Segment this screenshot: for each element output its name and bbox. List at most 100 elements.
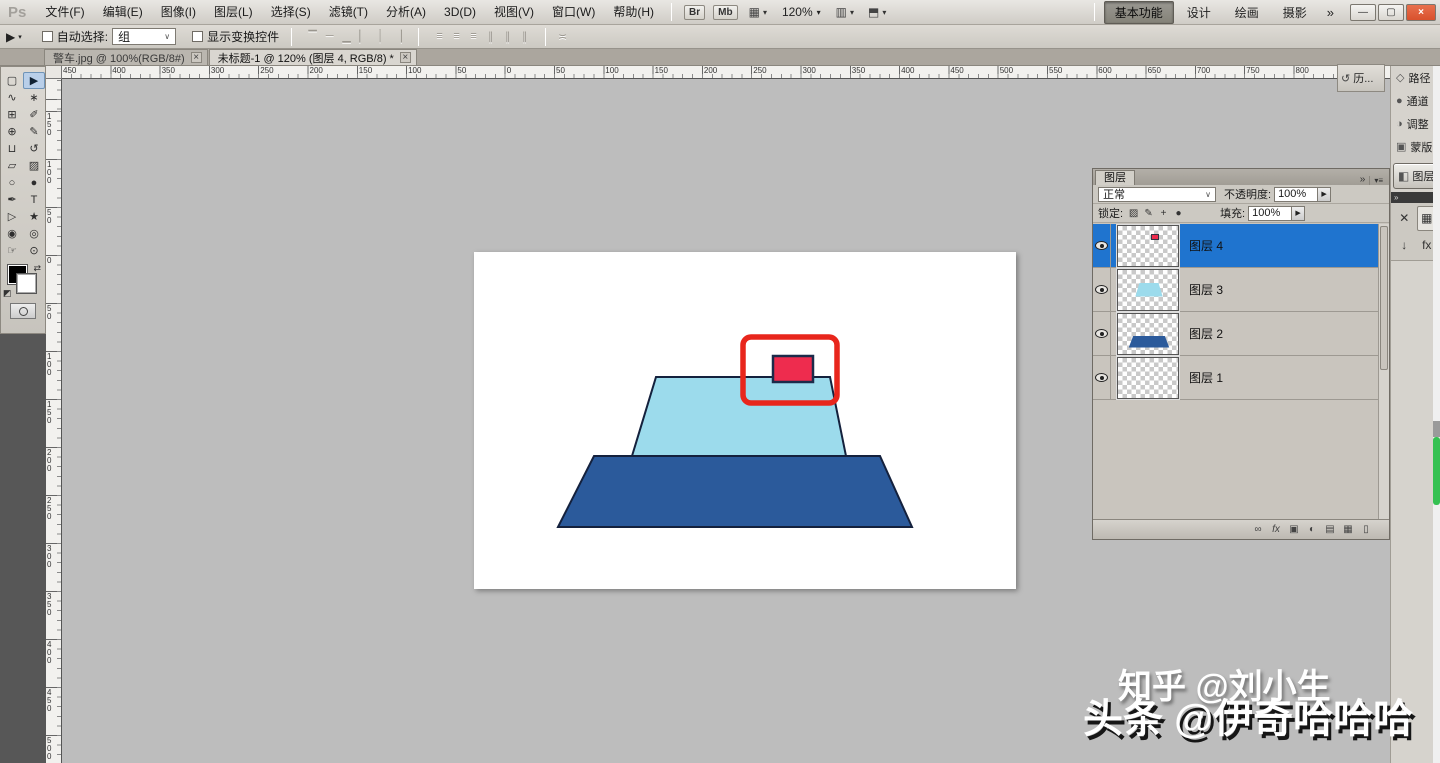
lock-all-icon[interactable]: ● (1171, 208, 1186, 219)
screen-mode-button[interactable]: ⬒▾ (868, 5, 886, 19)
layer-thumbnail[interactable] (1117, 357, 1179, 399)
pen-tool[interactable]: ✒ (1, 191, 23, 208)
document-tab[interactable]: 警车.jpg @ 100%(RGB/8#) × (44, 49, 208, 65)
default-colors-icon[interactable]: ◩ (3, 288, 12, 299)
layer-thumbnail[interactable] (1117, 313, 1179, 355)
align-right-edges-icon[interactable]: ▕ (389, 30, 406, 43)
swap-colors-icon[interactable]: ⇄ (33, 263, 41, 274)
type-tool[interactable]: T (23, 191, 45, 208)
horizontal-ruler[interactable]: 4504003503002502001501005005010015020025… (46, 66, 1390, 79)
lock-transparent-pixels-icon[interactable]: ▨ (1126, 208, 1141, 219)
document-canvas[interactable] (474, 252, 1016, 589)
view-extras-button[interactable]: ▦▾ (749, 5, 767, 19)
distribute-vertical-centers-icon[interactable]: ≡ (448, 30, 465, 43)
new-group-icon[interactable]: ▤ (1321, 524, 1339, 535)
distribute-left-edges-icon[interactable]: ∥ (482, 30, 499, 43)
fill-input[interactable]: 100% (1248, 206, 1292, 221)
add-layer-mask-icon[interactable]: ▣ (1285, 524, 1303, 535)
align-top-edges-icon[interactable]: ▔ (304, 30, 321, 43)
vertical-ruler[interactable]: 15010050050100150200250300350400450500 (46, 79, 62, 763)
layer-row[interactable]: 图层 3 (1093, 268, 1380, 312)
visibility-toggle[interactable] (1093, 312, 1111, 356)
align-bottom-edges-icon[interactable]: ▁ (338, 30, 355, 43)
auto-align-layers-icon[interactable]: ≍ (554, 30, 571, 43)
quick-selection-tool[interactable]: ∗ (23, 89, 45, 106)
zoom-tool[interactable]: ⊙ (23, 242, 45, 259)
visibility-toggle[interactable] (1093, 356, 1111, 400)
document-tab[interactable]: 未标题-1 @ 120% (图层 4, RGB/8) * × (209, 49, 417, 65)
close-button[interactable]: × (1406, 4, 1436, 21)
menu-item[interactable]: 编辑(E) (94, 0, 152, 24)
fill-slider-button[interactable]: ▶ (1292, 206, 1305, 221)
minimize-button[interactable]: — (1350, 4, 1376, 21)
spot-healing-brush-tool[interactable]: ⊕ (1, 123, 23, 140)
workspace-overflow-button[interactable]: » (1319, 5, 1342, 20)
menu-item[interactable]: 分析(A) (377, 0, 435, 24)
import-icon[interactable]: ↓ (1394, 233, 1415, 258)
tab-close-icon[interactable]: × (400, 52, 411, 63)
visibility-toggle[interactable] (1093, 268, 1111, 312)
auto-select-dropdown[interactable]: 组∨ (112, 28, 176, 45)
crop-tool[interactable]: ⊞ (1, 106, 23, 123)
layer-thumbnail[interactable] (1117, 269, 1179, 311)
current-tool-button[interactable]: ▶▾ (6, 30, 22, 44)
layer-row[interactable]: 图层 1 (1093, 356, 1380, 400)
ruler-origin-corner[interactable] (46, 66, 62, 79)
layers-scrollbar-thumb[interactable] (1380, 226, 1388, 370)
layer-row[interactable]: 图层 4 (1093, 224, 1380, 268)
lock-position-icon[interactable]: + (1156, 208, 1171, 219)
distribute-horizontal-centers-icon[interactable]: ∥ (499, 30, 516, 43)
tool-presets-icon[interactable]: ✕ (1394, 206, 1415, 231)
history-brush-tool[interactable]: ↺ (23, 140, 45, 157)
background-color-swatch[interactable] (17, 274, 36, 293)
menu-item[interactable]: 帮助(H) (604, 0, 663, 24)
blend-mode-dropdown[interactable]: 正常∨ (1098, 187, 1216, 202)
layers-tab[interactable]: 图层 (1095, 170, 1135, 185)
align-vertical-centers-icon[interactable]: ─ (321, 30, 338, 43)
layer-row[interactable]: 图层 2 (1093, 312, 1380, 356)
gradient-tool[interactable]: ▨ (23, 157, 45, 174)
align-left-edges-icon[interactable]: ▏ (355, 30, 372, 43)
dodge-tool[interactable]: ● (23, 174, 45, 191)
rectangular-marquee-tool[interactable]: ▢ (1, 72, 23, 89)
adjustment-layer-icon[interactable]: ◐ (1303, 524, 1321, 535)
blur-tool[interactable]: ○ (1, 174, 23, 191)
opacity-slider-button[interactable]: ▶ (1318, 187, 1331, 202)
clone-stamp-tool[interactable]: ⊔ (1, 140, 23, 157)
page-scrollbar[interactable] (1433, 66, 1440, 763)
align-horizontal-centers-icon[interactable]: │ (372, 30, 389, 43)
lasso-tool[interactable]: ∿ (1, 89, 23, 106)
menu-item[interactable]: 文件(F) (36, 0, 93, 24)
workspace-button[interactable]: 基本功能 (1104, 1, 1174, 24)
history-panel-collapsed[interactable]: ↺ 历... (1337, 64, 1385, 92)
new-layer-icon[interactable]: ▦ (1339, 524, 1357, 535)
eyedropper-tool[interactable]: ✐ (23, 106, 45, 123)
orbit-3d-tool[interactable]: ◎ (23, 225, 45, 242)
visibility-toggle[interactable] (1093, 224, 1111, 268)
distribute-right-edges-icon[interactable]: ∥ (516, 30, 533, 43)
panel-menu-icon[interactable]: ▾≡ (1369, 176, 1389, 185)
workspace-button[interactable]: 绘画 (1224, 1, 1270, 24)
layer-name[interactable]: 图层 2 (1189, 325, 1223, 342)
eraser-tool[interactable]: ▱ (1, 157, 23, 174)
opacity-input[interactable]: 100% (1274, 187, 1318, 202)
layer-thumbnail[interactable] (1117, 225, 1179, 267)
expand-dock-icon[interactable]: » (1394, 193, 1398, 202)
arrange-documents-button[interactable]: ▥▾ (836, 5, 854, 19)
menu-item[interactable]: 图层(L) (205, 0, 262, 24)
delete-layer-icon[interactable]: ▯ (1357, 524, 1375, 535)
auto-select-checkbox[interactable] (42, 31, 53, 42)
mini-bridge-button[interactable]: Mb (713, 5, 737, 20)
menu-item[interactable]: 滤镜(T) (320, 0, 377, 24)
hand-tool[interactable]: ☞ (1, 242, 23, 259)
menu-item[interactable]: 视图(V) (485, 0, 543, 24)
lock-image-pixels-icon[interactable]: ✎ (1141, 208, 1156, 219)
distribute-top-edges-icon[interactable]: ≡ (431, 30, 448, 43)
layer-style-icon[interactable]: fx (1267, 524, 1285, 535)
quick-mask-button[interactable] (10, 303, 36, 319)
menu-item[interactable]: 3D(D) (435, 0, 485, 24)
workspace-button[interactable]: 设计 (1176, 1, 1222, 24)
tab-close-icon[interactable]: × (191, 52, 202, 63)
collapse-panel-icon[interactable]: » (1356, 174, 1370, 185)
restore-button[interactable]: ▢ (1378, 4, 1404, 21)
